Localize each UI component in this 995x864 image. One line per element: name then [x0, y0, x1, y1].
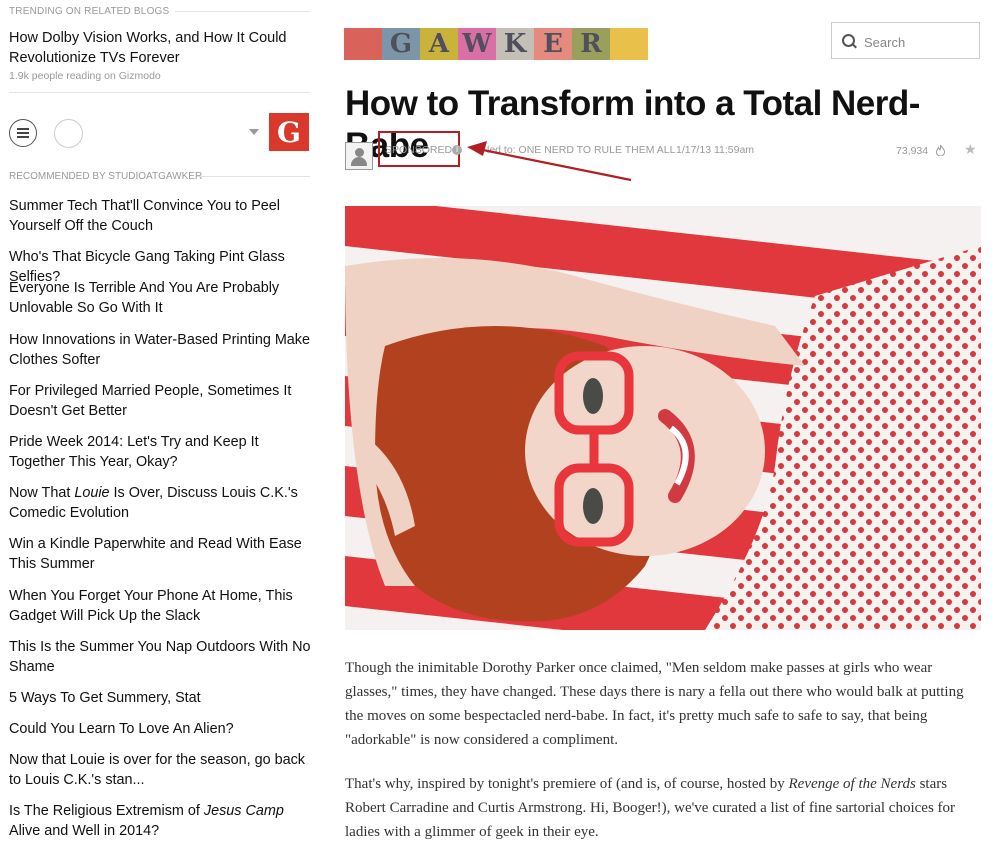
logo-tile: W [458, 28, 496, 60]
recommended-heading: RECOMMENDED BY STUDIOATGAWKER [9, 171, 203, 182]
recommended-link[interactable]: 5 Ways To Get Summery, Stat [9, 688, 314, 708]
trending-heading: TRENDING ON RELATED BLOGS [9, 6, 176, 17]
logo-tile: E [534, 28, 572, 60]
body-paragraph: That's why, inspired by tonight's premie… [345, 776, 956, 840]
sidebar: TRENDING ON RELATED BLOGS How Dolby Visi… [0, 0, 318, 848]
article-body: Though the inimitable Dorothy Parker onc… [345, 656, 977, 864]
logo-tile: A [420, 28, 458, 60]
gawker-logo[interactable]: G A W K E R [344, 28, 648, 60]
recommended-link[interactable]: Pride Week 2014: Let's Try and Keep It T… [9, 432, 314, 472]
recommended-link[interactable]: Could You Learn To Love An Alien? [9, 719, 314, 739]
recommended-link[interactable]: Now that Louie is over for the season, g… [9, 750, 314, 790]
divider [9, 92, 310, 93]
trending-story-link[interactable]: How Dolby Vision Works, and How It Could… [9, 28, 299, 68]
recommended-link[interactable]: Win a Kindle Paperwhite and Read With Ea… [9, 534, 314, 574]
author-avatar[interactable] [345, 142, 373, 170]
view-count: 73,934 [896, 145, 929, 157]
search-box[interactable] [831, 22, 980, 59]
chevron-down-icon[interactable] [249, 129, 259, 135]
hero-image[interactable] [345, 206, 981, 630]
search-input[interactable] [862, 31, 976, 53]
recommended-link[interactable]: Now That Louie Is Over, Discuss Louis C.… [9, 483, 314, 523]
recommended-link[interactable]: For Privileged Married People, Sometimes… [9, 381, 314, 421]
recommended-link[interactable]: Everyone Is Terrible And You Are Probabl… [9, 278, 314, 318]
star-icon[interactable]: ★ [964, 141, 977, 157]
recommended-link[interactable]: Is The Religious Extremism of Jesus Camp… [9, 801, 314, 841]
divider [197, 176, 310, 177]
info-icon[interactable]: i [452, 145, 462, 155]
logo-tile: K [496, 28, 534, 60]
recommended-link[interactable]: Summer Tech That'll Convince You to Peel… [9, 196, 314, 236]
gawker-g-logo[interactable]: G [269, 113, 309, 151]
body-paragraph: Though the inimitable Dorothy Parker onc… [345, 660, 964, 748]
logo-tile: G [382, 28, 420, 60]
logo-tile [610, 28, 648, 60]
sponsored-label: SPONSORED [385, 144, 453, 156]
user-avatar[interactable] [54, 119, 83, 148]
post-date[interactable]: 1/17/13 11:59am [676, 144, 754, 156]
filed-to-tag[interactable]: led to: ONE NERD TO RULE THEM ALL [487, 144, 675, 156]
menu-icon[interactable] [9, 119, 37, 147]
flame-icon [936, 145, 945, 156]
search-icon [842, 34, 855, 47]
logo-tile: R [572, 28, 610, 60]
trending-meta: 1.9k people reading on Gizmodo [9, 70, 161, 82]
recommended-link[interactable]: How Innovations in Water-Based Printing … [9, 330, 314, 370]
recommended-link[interactable]: When You Forget Your Phone At Home, This… [9, 586, 314, 626]
recommended-link[interactable]: This Is the Summer You Nap Outdoors With… [9, 637, 314, 677]
logo-tile [344, 28, 382, 60]
